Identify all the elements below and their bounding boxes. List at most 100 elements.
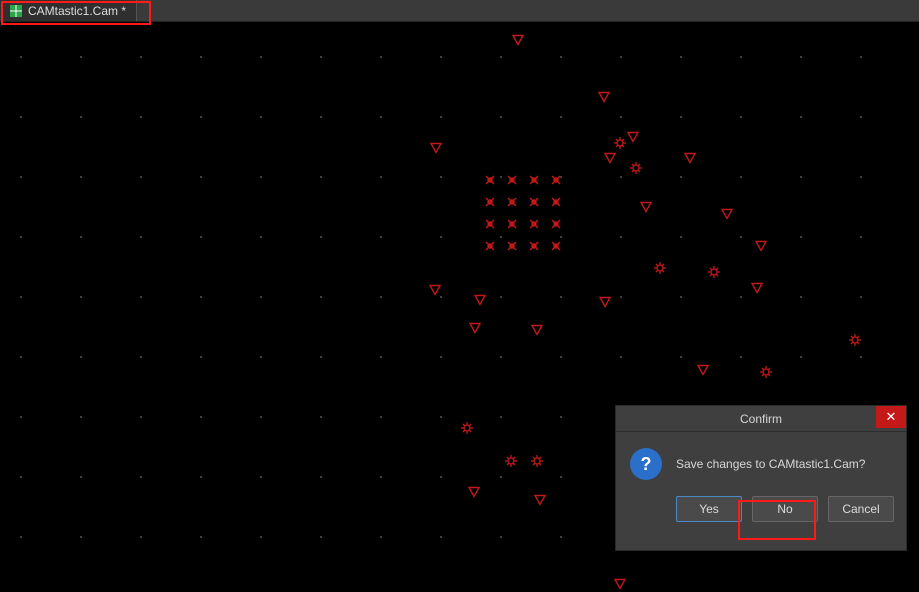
- grid-dot: [320, 56, 322, 58]
- pad-star-icon: [483, 239, 497, 253]
- grid-dot: [320, 116, 322, 118]
- grid-dot: [260, 296, 262, 298]
- grid-dot: [380, 536, 382, 538]
- triangle-down-icon: [512, 35, 524, 46]
- gear-marker-icon: [849, 334, 861, 346]
- grid-dot: [140, 236, 142, 238]
- grid-dot: [440, 416, 442, 418]
- grid-dot: [560, 356, 562, 358]
- grid-dot: [260, 176, 262, 178]
- grid-dot: [680, 296, 682, 298]
- grid-dot: [440, 56, 442, 58]
- grid-dot: [80, 356, 82, 358]
- grid-dot: [380, 176, 382, 178]
- grid-dot: [320, 416, 322, 418]
- grid-dot: [560, 536, 562, 538]
- yes-button[interactable]: Yes: [676, 496, 742, 522]
- question-icon: ?: [630, 448, 662, 480]
- grid-dot: [680, 176, 682, 178]
- triangle-down-icon: [627, 132, 639, 143]
- grid-dot: [380, 116, 382, 118]
- grid-dot: [80, 236, 82, 238]
- grid-dot: [440, 116, 442, 118]
- no-button[interactable]: No: [752, 496, 818, 522]
- triangle-down-icon: [468, 487, 480, 498]
- grid-dot: [200, 236, 202, 238]
- grid-dot: [320, 176, 322, 178]
- dialog-titlebar[interactable]: Confirm ✕: [616, 406, 906, 432]
- grid-dot: [20, 476, 22, 478]
- dialog-body: ? Save changes to CAMtastic1.Cam?: [616, 432, 906, 488]
- grid-dot: [200, 176, 202, 178]
- grid-dot: [140, 356, 142, 358]
- grid-dot: [620, 116, 622, 118]
- grid-dot: [740, 296, 742, 298]
- cancel-button[interactable]: Cancel: [828, 496, 894, 522]
- grid-dot: [680, 236, 682, 238]
- pad-star-icon: [505, 173, 519, 187]
- grid-dot: [80, 116, 82, 118]
- grid-dot: [380, 296, 382, 298]
- grid-dot: [380, 56, 382, 58]
- triangle-down-icon: [697, 365, 709, 376]
- tab-bar: CAMtastic1.Cam *: [0, 0, 919, 22]
- grid-dot: [860, 296, 862, 298]
- dialog-close-button[interactable]: ✕: [876, 406, 906, 428]
- grid-dot: [740, 116, 742, 118]
- gear-marker-icon: [654, 262, 666, 274]
- pad-star-icon: [505, 217, 519, 231]
- grid-dot: [20, 356, 22, 358]
- grid-dot: [320, 296, 322, 298]
- grid-dot: [200, 56, 202, 58]
- grid-dot: [80, 56, 82, 58]
- grid-dot: [80, 296, 82, 298]
- grid-dot: [140, 56, 142, 58]
- pad-star-icon: [549, 173, 563, 187]
- grid-dot: [140, 296, 142, 298]
- grid-dot: [800, 56, 802, 58]
- grid-dot: [440, 356, 442, 358]
- grid-dot: [440, 536, 442, 538]
- grid-dot: [380, 416, 382, 418]
- grid-dot: [200, 116, 202, 118]
- confirm-dialog: Confirm ✕ ? Save changes to CAMtastic1.C…: [615, 405, 907, 551]
- gear-marker-icon: [760, 366, 772, 378]
- grid-dot: [260, 356, 262, 358]
- grid-dot: [740, 356, 742, 358]
- grid-dot: [200, 296, 202, 298]
- grid-dot: [860, 356, 862, 358]
- document-tab[interactable]: CAMtastic1.Cam *: [0, 0, 137, 21]
- pad-star-icon: [527, 239, 541, 253]
- triangle-down-icon: [755, 241, 767, 252]
- no-label: No: [777, 502, 792, 516]
- triangle-down-icon: [531, 325, 543, 336]
- pad-star-icon: [483, 195, 497, 209]
- grid-dot: [800, 116, 802, 118]
- grid-dot: [800, 356, 802, 358]
- gear-marker-icon: [461, 422, 473, 434]
- grid-dot: [20, 116, 22, 118]
- grid-dot: [740, 236, 742, 238]
- grid-dot: [80, 416, 82, 418]
- gear-marker-icon: [531, 455, 543, 467]
- grid-dot: [320, 536, 322, 538]
- grid-dot: [80, 536, 82, 538]
- triangle-down-icon: [469, 323, 481, 334]
- grid-dot: [320, 476, 322, 478]
- grid-dot: [80, 476, 82, 478]
- grid-dot: [860, 116, 862, 118]
- grid-dot: [140, 476, 142, 478]
- dialog-button-row: Yes No Cancel: [616, 488, 906, 534]
- grid-dot: [740, 56, 742, 58]
- close-icon: ✕: [886, 409, 897, 425]
- cam-file-icon: [10, 5, 22, 17]
- gear-marker-icon: [630, 162, 642, 174]
- grid-dot: [560, 296, 562, 298]
- grid-dot: [440, 296, 442, 298]
- grid-dot: [560, 116, 562, 118]
- grid-dot: [200, 356, 202, 358]
- grid-dot: [500, 116, 502, 118]
- triangle-down-icon: [430, 143, 442, 154]
- grid-dot: [20, 56, 22, 58]
- grid-dot: [260, 536, 262, 538]
